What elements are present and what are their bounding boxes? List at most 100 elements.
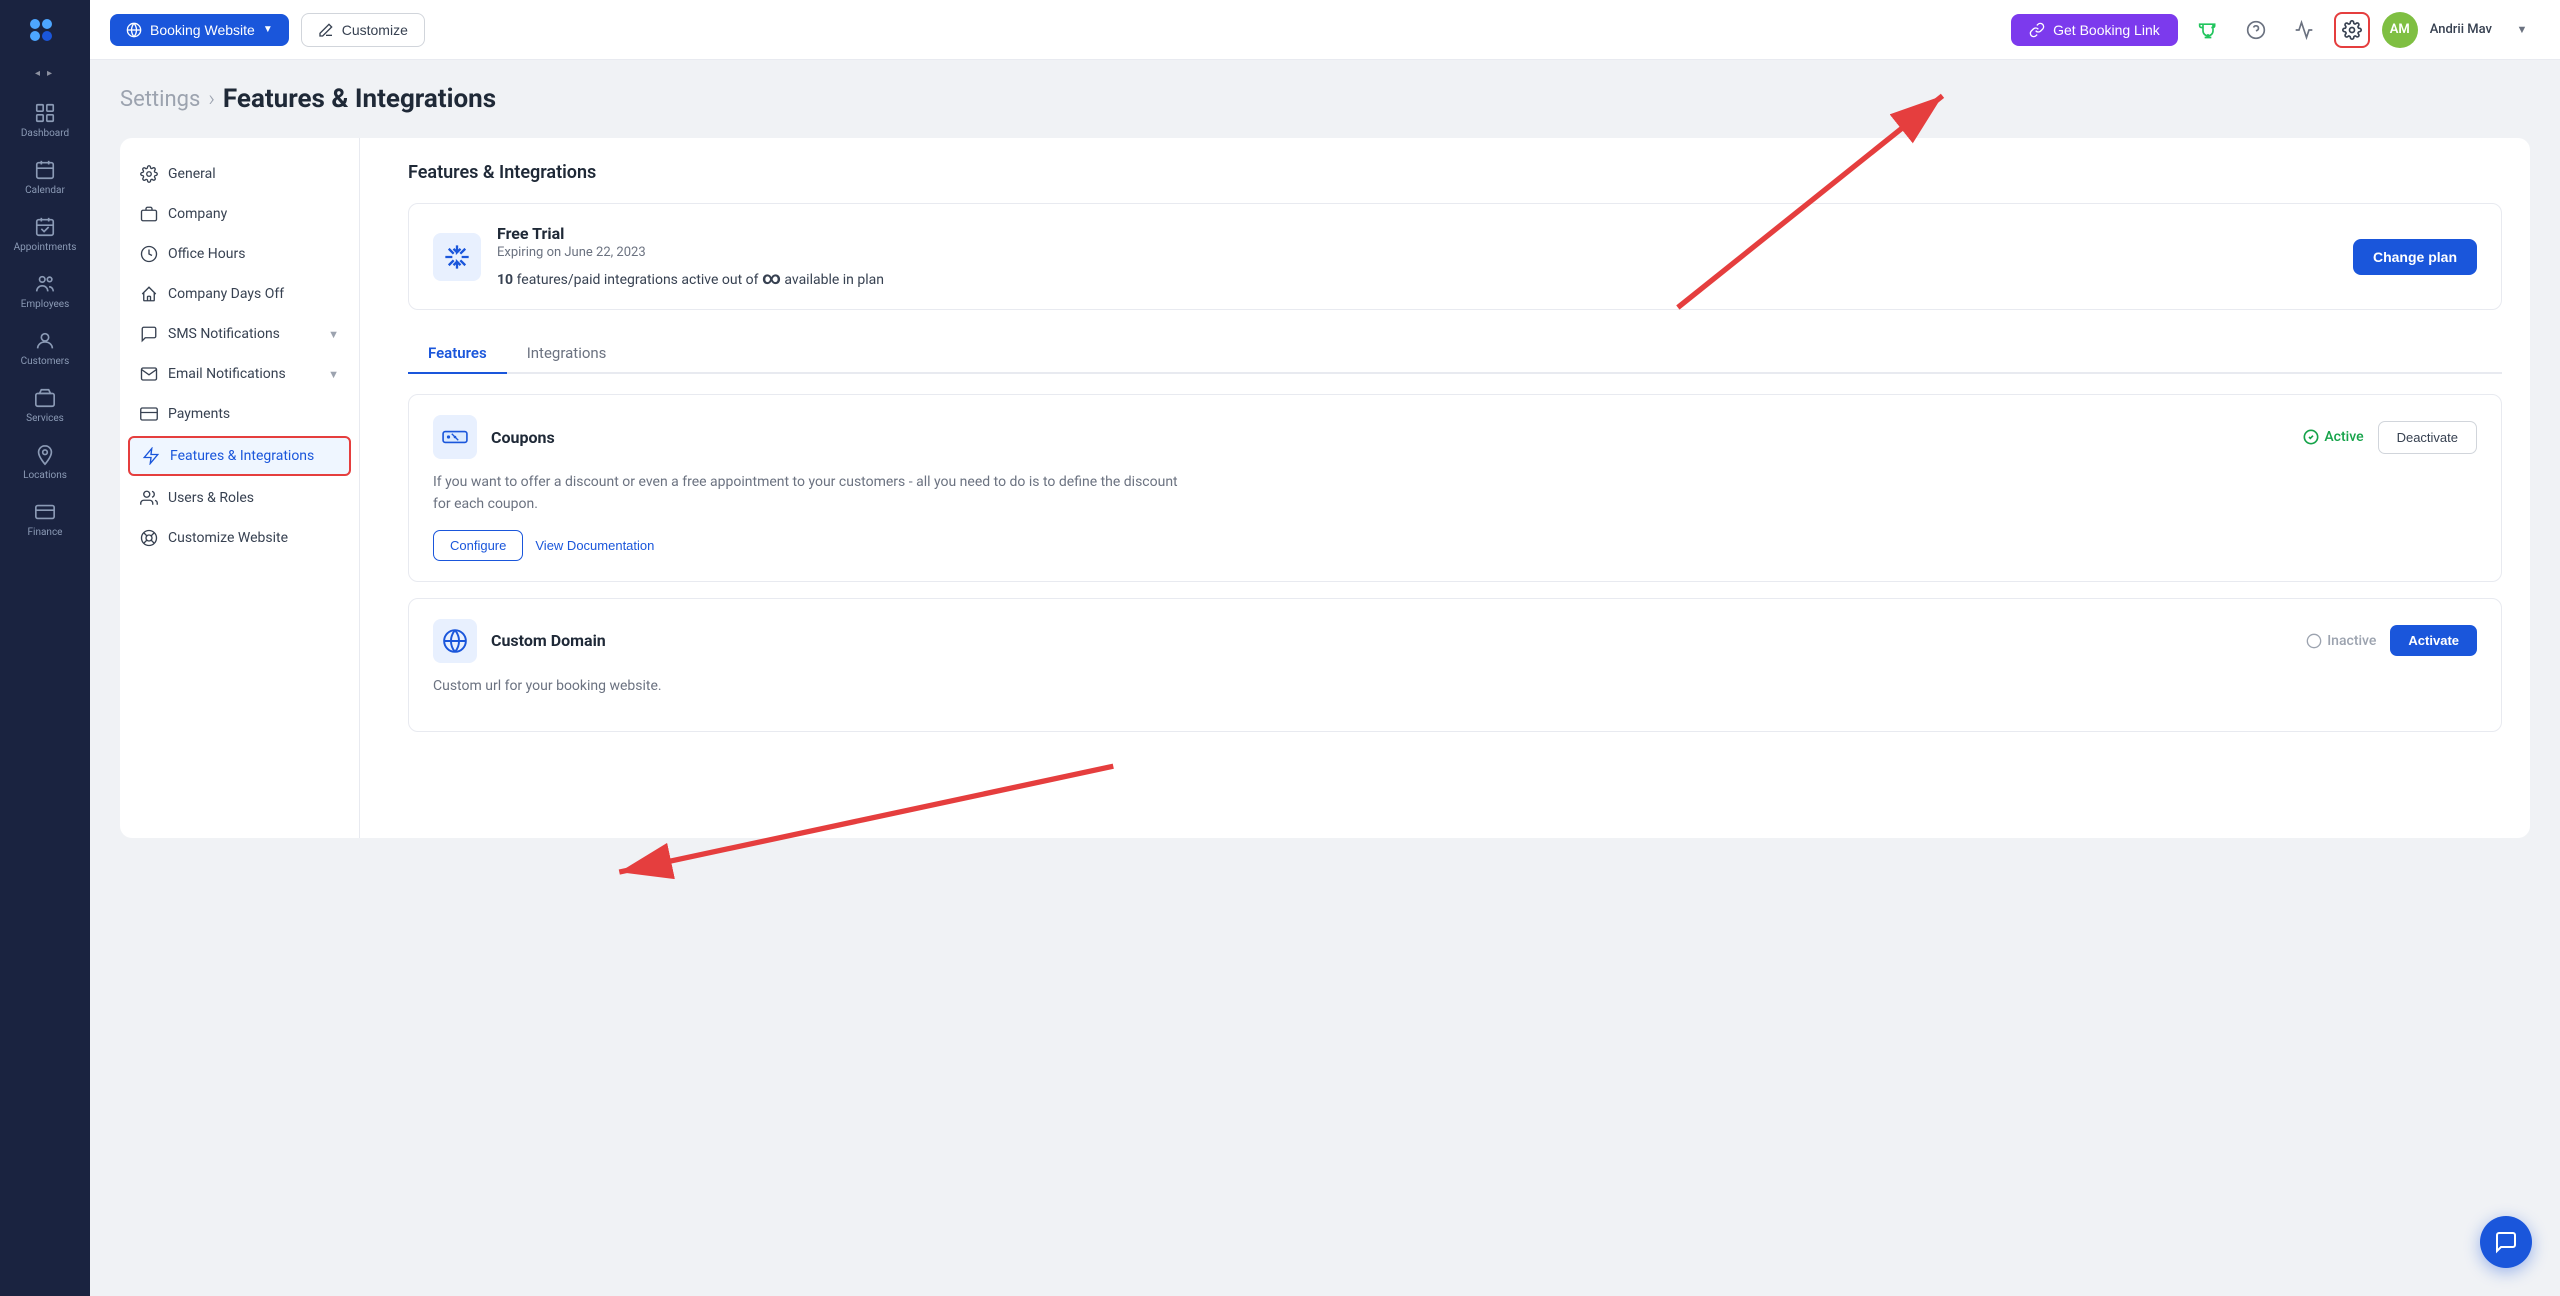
settings-nav-general-label: General [168, 166, 216, 182]
features-icon [142, 447, 160, 465]
customize-button[interactable]: Customize [301, 13, 425, 47]
booking-website-button[interactable]: Booking Website ▼ [110, 14, 289, 46]
coupons-icon [433, 415, 477, 459]
chat-icon [2494, 1230, 2518, 1254]
username-label: Andrii Mav [2430, 22, 2492, 37]
sidebar-item-locations[interactable]: Locations [0, 434, 90, 491]
app-logo [21, 10, 69, 58]
page-layout: General Company Office Hours Company Day… [120, 138, 2530, 838]
sidebar-item-employees[interactable]: Employees [0, 263, 90, 320]
custom-domain-description: Custom url for your booking website. [433, 675, 1183, 697]
sidebar-collapse-toggle[interactable]: ◂▸ [35, 68, 55, 76]
feature-card-coupons: Coupons Active Deactivate If you want to… [408, 394, 2502, 582]
settings-nav-general[interactable]: General [120, 154, 359, 194]
email-icon [140, 365, 158, 383]
breadcrumb-parent: Settings [120, 87, 200, 112]
settings-nav-payments[interactable]: Payments [120, 394, 359, 434]
custom-domain-status: Inactive [2306, 633, 2376, 649]
coupons-actions: Configure View Documentation [433, 530, 2477, 561]
sidebar-item-services[interactable]: Services [0, 377, 90, 434]
sidebar-item-appointments-label: Appointments [14, 242, 77, 253]
settings-nav-features-label: Features & Integrations [170, 448, 314, 464]
sidebar-item-dashboard-label: Dashboard [21, 128, 69, 139]
sidebar: ◂▸ Dashboard Calendar Appointments [0, 0, 90, 1296]
activity-icon-button[interactable] [2286, 12, 2322, 48]
settings-main: Features & Integrations Free Trial Expir… [380, 138, 2530, 838]
avatar: AM [2382, 12, 2418, 48]
plan-icon [433, 233, 481, 281]
plan-features: 10 features/paid integrations active out… [497, 268, 2337, 289]
users-icon [140, 489, 158, 507]
company-icon [140, 205, 158, 223]
settings-nav-sms-label: SMS Notifications [168, 326, 280, 342]
breadcrumb-current: Features & Integrations [223, 84, 496, 114]
content-area: Settings › Features & Integrations Gener… [90, 60, 2560, 1296]
feature-card-custom-domain: Custom Domain Inactive Activate Custom u… [408, 598, 2502, 732]
settings-nav-company[interactable]: Company [120, 194, 359, 234]
sidebar-item-dashboard[interactable]: Dashboard [0, 92, 90, 149]
breadcrumb-separator: › [208, 87, 215, 112]
plan-name: Free Trial [497, 224, 2337, 243]
sidebar-item-customers[interactable]: Customers [0, 320, 90, 377]
settings-nav-days-off[interactable]: Company Days Off [120, 274, 359, 314]
custom-domain-icon [433, 619, 477, 663]
section-title: Features & Integrations [408, 162, 2502, 183]
sms-icon [140, 325, 158, 343]
get-booking-link-button[interactable]: Get Booking Link [2011, 14, 2178, 46]
tabs: Features Integrations [408, 334, 2502, 374]
sidebar-item-employees-label: Employees [21, 299, 70, 310]
settings-nav-customize[interactable]: Customize Website [120, 518, 359, 558]
sms-chevron-icon: ▼ [328, 328, 339, 341]
trophy-icon-button[interactable] [2190, 12, 2226, 48]
configure-button[interactable]: Configure [433, 530, 523, 561]
settings-nav-customize-label: Customize Website [168, 530, 288, 546]
sidebar-item-calendar[interactable]: Calendar [0, 149, 90, 206]
sidebar-item-finance-label: Finance [28, 527, 63, 538]
view-documentation-button[interactable]: View Documentation [535, 538, 654, 553]
office-hours-icon [140, 245, 158, 263]
help-icon-button[interactable] [2238, 12, 2274, 48]
payments-icon [140, 405, 158, 423]
custom-domain-title: Custom Domain [491, 631, 2292, 650]
settings-nav-features[interactable]: Features & Integrations [128, 436, 351, 476]
main-area: Booking Website ▼ Customize Get Booking … [90, 0, 2560, 1296]
coupons-status: Active [2303, 429, 2363, 445]
settings-nav-office-hours[interactable]: Office Hours [120, 234, 359, 274]
activate-button[interactable]: Activate [2390, 625, 2477, 656]
tab-integrations[interactable]: Integrations [507, 334, 627, 374]
breadcrumb: Settings › Features & Integrations [120, 84, 2530, 114]
active-check-icon [2303, 429, 2319, 445]
feature-card-coupons-header: Coupons Active Deactivate [433, 415, 2477, 459]
change-plan-button[interactable]: Change plan [2353, 239, 2477, 275]
plan-info: Free Trial Expiring on June 22, 2023 10 … [497, 224, 2337, 289]
settings-nav-office-hours-label: Office Hours [168, 246, 245, 262]
booking-website-chevron-icon: ▼ [263, 24, 273, 35]
plan-expiry: Expiring on June 22, 2023 [497, 245, 2337, 260]
settings-nav-company-label: Company [168, 206, 227, 222]
user-menu-chevron[interactable]: ▼ [2504, 12, 2540, 48]
coupons-description: If you want to offer a discount or even … [433, 471, 1183, 516]
general-icon [140, 165, 158, 183]
tab-features[interactable]: Features [408, 334, 507, 374]
inactive-circle-icon [2306, 633, 2322, 649]
deactivate-button[interactable]: Deactivate [2378, 421, 2477, 454]
settings-gear-button[interactable] [2334, 12, 2370, 48]
sidebar-item-customers-label: Customers [21, 356, 70, 367]
settings-nav-email-label: Email Notifications [168, 366, 286, 382]
settings-nav-sms[interactable]: SMS Notifications ▼ [120, 314, 359, 354]
settings-nav-email[interactable]: Email Notifications ▼ [120, 354, 359, 394]
topbar: Booking Website ▼ Customize Get Booking … [90, 0, 2560, 60]
settings-sidebar: General Company Office Hours Company Day… [120, 138, 360, 838]
sidebar-item-finance[interactable]: Finance [0, 491, 90, 548]
sidebar-item-appointments[interactable]: Appointments [0, 206, 90, 263]
settings-nav-payments-label: Payments [168, 406, 230, 422]
settings-nav-days-off-label: Company Days Off [168, 286, 284, 302]
feature-card-domain-header: Custom Domain Inactive Activate [433, 619, 2477, 663]
days-off-icon [140, 285, 158, 303]
customize-icon [140, 529, 158, 547]
sidebar-item-calendar-label: Calendar [25, 185, 65, 196]
email-chevron-icon: ▼ [328, 368, 339, 381]
settings-nav-users-label: Users & Roles [168, 490, 254, 506]
settings-nav-users[interactable]: Users & Roles [120, 478, 359, 518]
chat-button[interactable] [2480, 1216, 2532, 1268]
